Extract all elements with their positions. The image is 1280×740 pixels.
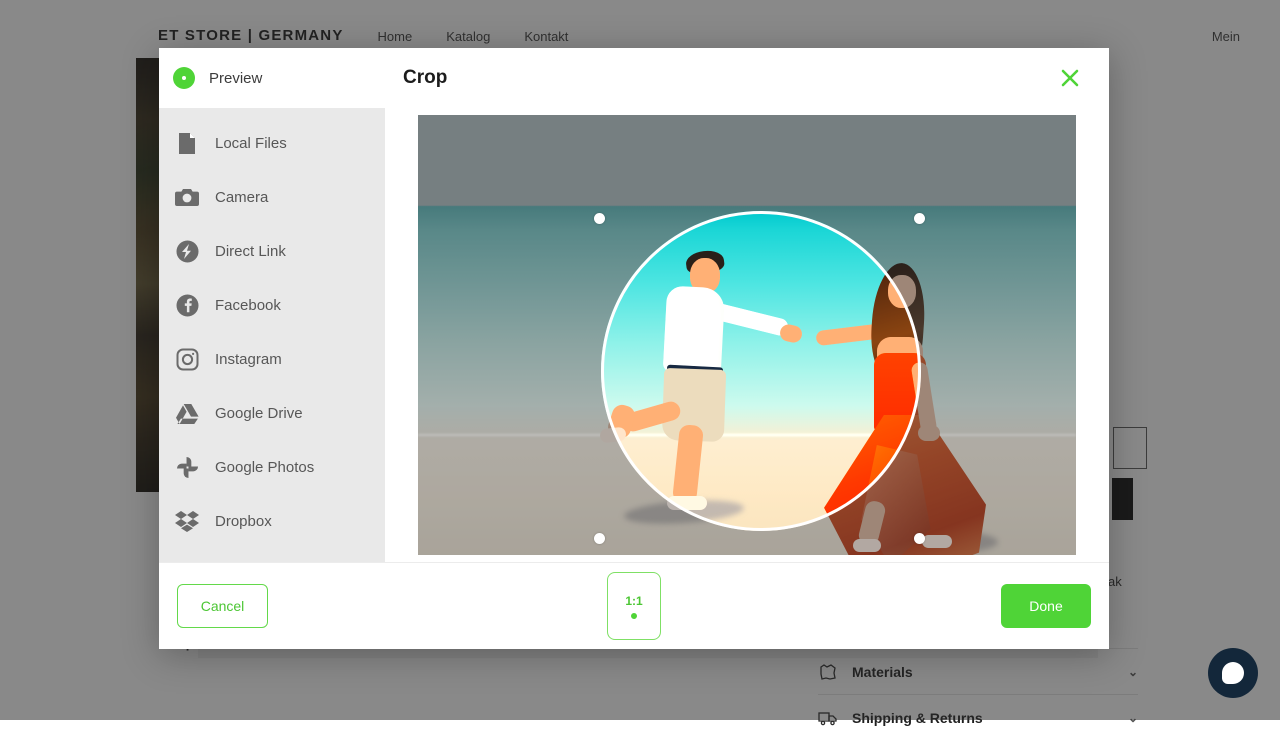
cancel-button[interactable]: Cancel bbox=[177, 584, 268, 628]
dialog-header: Preview Crop bbox=[159, 48, 1109, 108]
crop-handle-bottom-left[interactable] bbox=[594, 533, 605, 544]
file-icon bbox=[175, 131, 199, 155]
dialog-footer: Cancel 1:1 Done bbox=[159, 562, 1109, 649]
google-photos-icon bbox=[175, 455, 199, 479]
sidebar-label: Facebook bbox=[215, 297, 281, 314]
sidebar-item-instagram[interactable]: Instagram bbox=[159, 332, 385, 386]
sidebar-label: Dropbox bbox=[215, 513, 272, 530]
sidebar-label: Instagram bbox=[215, 351, 282, 368]
chat-bubble-icon[interactable] bbox=[1208, 648, 1258, 698]
tab-preview-label: Preview bbox=[209, 70, 262, 87]
crop-handle-top-left[interactable] bbox=[594, 213, 605, 224]
crop-canvas[interactable] bbox=[418, 115, 1076, 555]
sidebar-item-facebook[interactable]: Facebook bbox=[159, 278, 385, 332]
direct-link-icon bbox=[175, 239, 199, 263]
google-drive-icon bbox=[175, 401, 199, 425]
sidebar-label: Camera bbox=[215, 189, 268, 206]
close-icon[interactable] bbox=[1045, 48, 1095, 108]
chat-bubble-inner bbox=[1222, 662, 1244, 684]
crop-selection-region[interactable] bbox=[601, 211, 921, 531]
crop-stage bbox=[385, 108, 1109, 562]
dropbox-icon bbox=[175, 509, 199, 533]
aspect-ratio-button[interactable]: 1:1 bbox=[607, 572, 661, 640]
sidebar-label: Google Drive bbox=[215, 405, 303, 422]
sidebar-item-google-photos[interactable]: Google Photos bbox=[159, 440, 385, 494]
record-dot-icon bbox=[173, 67, 195, 89]
crop-handle-bottom-right[interactable] bbox=[914, 533, 925, 544]
aspect-ratio-selected-dot bbox=[631, 613, 637, 619]
sidebar-item-camera[interactable]: Camera bbox=[159, 170, 385, 224]
facebook-icon bbox=[175, 293, 199, 317]
sidebar-label: Direct Link bbox=[215, 243, 286, 260]
camera-icon bbox=[175, 185, 199, 209]
crop-handle-top-right[interactable] bbox=[914, 213, 925, 224]
sidebar-item-nft[interactable]: NFT bbox=[159, 548, 385, 562]
crop-dialog: Preview Crop Local Files Camera bbox=[159, 48, 1109, 649]
sidebar-item-direct-link[interactable]: Direct Link bbox=[159, 224, 385, 278]
sidebar-item-local-files[interactable]: Local Files bbox=[159, 116, 385, 170]
sidebar-item-dropbox[interactable]: Dropbox bbox=[159, 494, 385, 548]
instagram-icon bbox=[175, 347, 199, 371]
sidebar-label: Local Files bbox=[215, 135, 287, 152]
dialog-title: Crop bbox=[403, 67, 447, 89]
sidebar-item-google-drive[interactable]: Google Drive bbox=[159, 386, 385, 440]
sidebar-label: Google Photos bbox=[215, 459, 314, 476]
done-button[interactable]: Done bbox=[1001, 584, 1091, 628]
dialog-body: Local Files Camera Direct Link Facebook bbox=[159, 108, 1109, 562]
aspect-ratio-label: 1:1 bbox=[625, 594, 642, 608]
source-image-bright bbox=[601, 211, 921, 531]
tab-preview[interactable]: Preview bbox=[159, 48, 385, 108]
source-sidebar[interactable]: Local Files Camera Direct Link Facebook bbox=[159, 108, 385, 562]
